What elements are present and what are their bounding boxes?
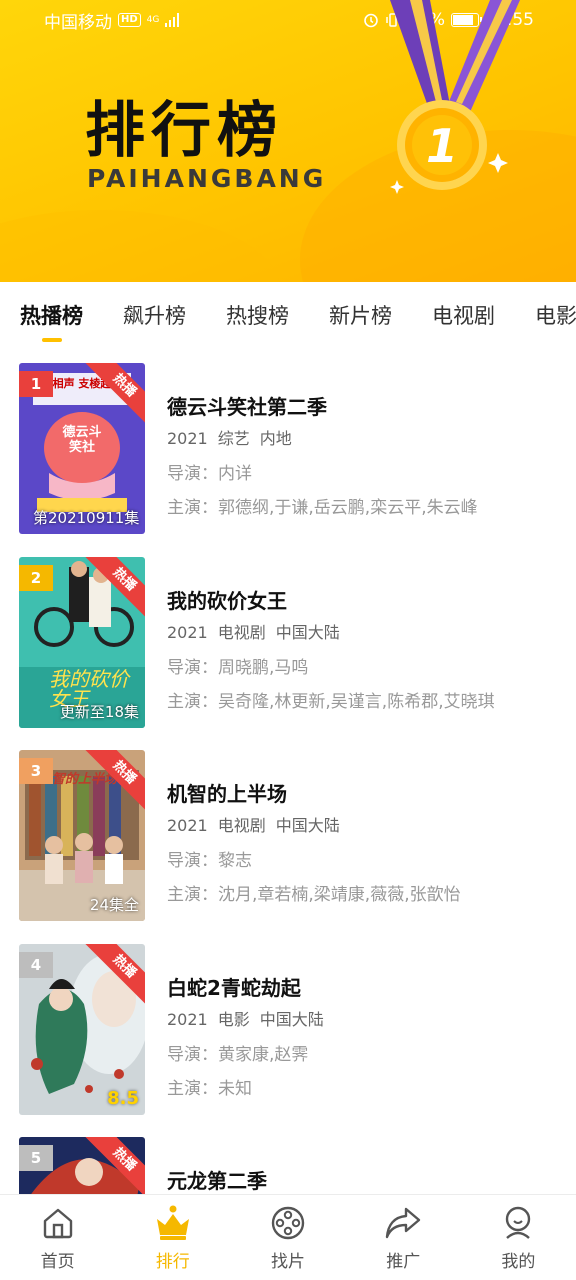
film-reel-icon [268,1203,308,1243]
nav-label: 我的 [501,1252,536,1272]
item-director: 导演：黎志 [167,851,252,871]
item-meta: 2021 综艺 内地 [167,425,567,451]
item-meta: 2021 电影 中国大陆 [167,1006,567,1032]
episode-label: 第20210911集 [33,509,140,527]
poster-image[interactable]: 机智的上半场 3 热播 24集全 [19,750,145,921]
episode-label: 更新至18集 [59,703,139,721]
nav-label: 找片 [271,1252,305,1272]
network-type: 4G [146,14,160,25]
poster-image[interactable]: 4 热播 8.5 [19,944,145,1115]
item-title[interactable]: 元龙第二季 [167,1165,567,1194]
item-title[interactable]: 我的砍价女王 [167,585,567,615]
poster-title: 德云斗笑社 [62,425,102,455]
rank-badge: 4 [19,952,53,978]
poster-image[interactable]: 让相声 支棱起来 德云斗笑社 1 热播 第20210911集 [19,363,145,534]
item-genre: 电视剧 [217,623,266,642]
list-item[interactable]: 机智的上半场 3 热播 24集全 机智的上半场 2021 电视剧 中国大陆 导演：黎… [0,750,576,925]
rank-badge: 2 [19,565,53,591]
category-tabs: 热播榜 飙升榜 热搜榜 新片榜 电视剧 电影 [0,282,576,348]
tab-rising[interactable]: 飙升榜 [123,300,186,330]
page-subtitle: PAIHANGBANG [87,164,327,193]
item-region: 中国大陆 [275,816,340,835]
share-icon [383,1203,423,1243]
item-director: 导演：黄家康,赵霁 [167,1045,309,1065]
bottom-nav: 首页 排行 找片 推广 我的 [0,1194,576,1280]
user-icon [498,1203,538,1243]
item-cast: 主演：吴奇隆,林更新,吴谨言,陈希郡,艾晓琪 [167,692,495,712]
ranking-list: 让相声 支棱起来 德云斗笑社 1 热播 第20210911集 德云斗笑社第二季 … [0,348,576,1194]
list-item[interactable]: 让相声 支棱起来 德云斗笑社 1 热播 第20210911集 德云斗笑社第二季 … [0,363,576,538]
item-cast: 主演：未知 [167,1079,252,1099]
item-title[interactable]: 白蛇2青蛇劫起 [167,972,567,1002]
list-item[interactable]: 我的砍价女王 2 热播 更新至18集 我的砍价女王 2021 电视剧 中国大陆 导演… [0,557,576,732]
hd-badge: HD [118,13,141,27]
nav-ranking[interactable]: 排行 [115,1195,230,1280]
item-info: 白蛇2青蛇劫起 2021 电影 中国大陆 导演：黄家康,赵霁 主演：未知 [167,972,567,1100]
poster-image[interactable]: 5 热播 [19,1137,145,1194]
header-banner: 中国移动 HD 4G 83% 11:55 排行榜 PAIHANGBANG 1 [0,0,576,282]
item-info: 机智的上半场 2021 电视剧 中国大陆 导演：黎志 主演：沈月,章若楠,梁靖康,薇… [167,778,567,906]
carrier-label: 中国移动 [44,12,112,33]
item-genre: 电影 [217,1010,250,1029]
item-info: 我的砍价女王 2021 电视剧 中国大陆 导演：周晓鹏,马鸣 主演：吴奇隆,林更新,… [167,585,567,713]
item-cast: 主演：郭德纲,于谦,岳云鹏,栾云平,朱云峰 [167,498,478,518]
signal-icon [165,13,180,27]
item-director: 导演：内详 [167,464,252,484]
episode-label: 24集全 [89,896,139,914]
item-genre: 综艺 [217,429,250,448]
tab-search[interactable]: 热搜榜 [226,300,289,330]
rating-score: 8.5 [107,1088,139,1109]
item-director: 导演：周晓鹏,马鸣 [167,658,309,678]
poster-image[interactable]: 我的砍价女王 2 热播 更新至18集 [19,557,145,728]
home-icon [38,1203,78,1243]
list-item[interactable]: 5 热播 元龙第二季 [0,1137,576,1194]
item-title[interactable]: 德云斗笑社第二季 [167,391,567,421]
item-region: 中国大陆 [275,623,340,642]
nav-label: 首页 [40,1252,75,1272]
item-year: 2021 [167,1010,208,1029]
item-region: 中国大陆 [259,1010,324,1029]
crown-icon [153,1203,193,1243]
item-genre: 电视剧 [217,816,266,835]
nav-label: 推广 [386,1252,421,1272]
item-meta: 2021 电视剧 中国大陆 [167,812,567,838]
item-title[interactable]: 机智的上半场 [167,778,567,808]
tab-hot[interactable]: 热播榜 [20,300,83,342]
page-title: 排行榜 [85,96,283,166]
nav-promote[interactable]: 推广 [346,1195,461,1280]
nav-home[interactable]: 首页 [0,1195,115,1280]
rank-badge: 1 [19,371,53,397]
header-decoration [0,210,280,282]
list-item[interactable]: 4 热播 8.5 白蛇2青蛇劫起 2021 电影 中国大陆 导演：黄家康,赵霁 主演… [0,944,576,1119]
tab-new[interactable]: 新片榜 [329,300,392,330]
tab-tv[interactable]: 电视剧 [432,300,495,330]
item-cast: 主演：沈月,章若楠,梁靖康,薇薇,张歆怡 [167,885,461,905]
nav-profile[interactable]: 我的 [461,1195,576,1280]
item-year: 2021 [167,429,208,448]
rank-badge: 5 [19,1145,53,1171]
item-meta: 2021 电视剧 中国大陆 [167,619,567,645]
medal-number: 1 [426,119,458,173]
nav-discover[interactable]: 找片 [230,1195,345,1280]
item-info: 元龙第二季 [167,1165,567,1194]
medal-icon: 1 [390,0,520,194]
tab-movie[interactable]: 电影 [535,300,576,330]
rank-badge: 3 [19,758,53,784]
item-info: 德云斗笑社第二季 2021 综艺 内地 导演：内详 主演：郭德纲,于谦,岳云鹏,栾云… [167,391,567,519]
item-year: 2021 [167,623,208,642]
nav-label: 排行 [155,1252,190,1272]
item-year: 2021 [167,816,208,835]
item-region: 内地 [259,429,292,448]
